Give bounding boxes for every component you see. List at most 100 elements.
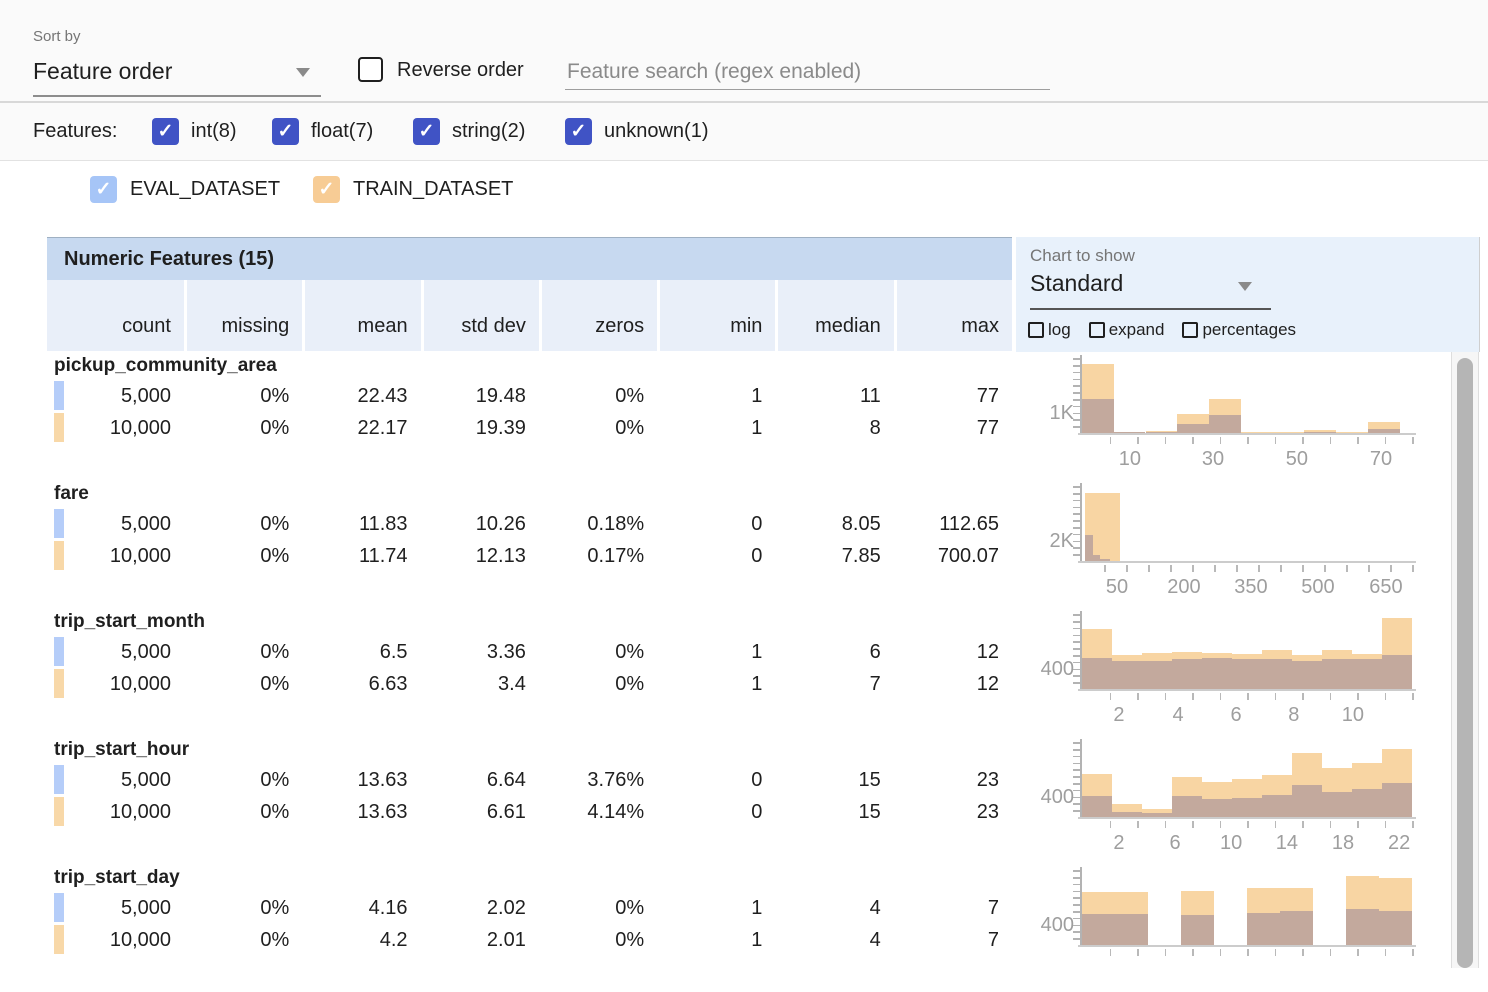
int-checkbox[interactable]: ✓ [152, 118, 179, 145]
col-count: count [47, 280, 184, 351]
unknown-checkbox[interactable]: ✓ [565, 118, 592, 145]
filter-item-unknown: ✓ unknown(1) [565, 118, 709, 145]
x-axis-tick [1192, 437, 1194, 444]
chevron-down-icon[interactable] [1238, 282, 1252, 291]
y-axis-tick [1073, 756, 1080, 758]
x-axis-tick [1137, 821, 1139, 828]
sort-dropdown-underline [33, 95, 321, 97]
stat-value: 10,000 [47, 925, 184, 955]
y-axis-tick [1073, 379, 1080, 381]
stat-value: 1 [657, 669, 775, 699]
row-values: 5,0000%6.53.360%1612 [47, 637, 1012, 667]
feature-search-input[interactable] [565, 55, 1050, 90]
eval-dataset-checkbox[interactable]: ✓ [90, 176, 117, 203]
stat-value: 6.64 [421, 765, 539, 795]
overlap-bar [1346, 909, 1379, 945]
histogram-plot [1082, 742, 1412, 817]
x-axis-tick [1302, 949, 1304, 956]
x-axis-tick [1330, 949, 1332, 956]
y-axis-tick [1073, 486, 1080, 488]
table-row: 5,0000%13.636.643.76%01523 [47, 765, 1012, 795]
overlap-bar [1368, 429, 1400, 434]
check-icon: ✓ [278, 120, 294, 143]
y-axis-tick [1073, 426, 1080, 428]
stat-value: 10,000 [47, 797, 184, 827]
stat-value: 13.63 [302, 765, 420, 795]
x-axis-tick [1330, 437, 1332, 444]
y-axis-tick [1073, 870, 1080, 872]
overlap-bar [1181, 915, 1214, 945]
overlap-bar [1177, 424, 1209, 433]
x-axis-tick [1385, 949, 1387, 956]
x-axis-tick-label: 6 [1145, 832, 1205, 855]
stat-value: 7 [894, 893, 1012, 923]
overlap-bar [1082, 796, 1112, 817]
chart-panel: Chart to show Standard log expand percen… [1016, 237, 1480, 352]
vertical-scrollbar-thumb[interactable] [1457, 358, 1473, 968]
overlap-bar [1082, 914, 1115, 946]
chart-to-show-label: Chart to show [1030, 246, 1135, 266]
feature-group: pickup_community_area5,0000%22.4319.480%… [47, 352, 1012, 480]
check-icon: ✓ [96, 178, 112, 201]
x-axis-tick-label: 10 [1100, 448, 1160, 471]
filter-item-float: ✓ float(7) [272, 118, 373, 145]
string-checkbox[interactable]: ✓ [413, 118, 440, 145]
int-label: int(8) [191, 120, 237, 143]
stat-value: 22.17 [302, 413, 420, 443]
y-axis-tick [1073, 520, 1080, 522]
x-axis-tick-label: 50 [1267, 448, 1327, 471]
chart-type-dropdown[interactable]: Standard [1030, 270, 1123, 297]
y-axis-tick-label: 400 [1030, 658, 1074, 681]
y-axis-tick [1073, 641, 1080, 643]
row-values: 10,0000%22.1719.390%1877 [47, 413, 1012, 443]
overlap-bar [1232, 798, 1262, 818]
stat-value: 13.63 [302, 797, 420, 827]
y-axis-tick-label: 2K [1030, 530, 1074, 553]
overlap-bar [1112, 661, 1142, 690]
y-axis-tick [1073, 884, 1080, 886]
sort-order-dropdown[interactable]: Feature order [33, 58, 172, 85]
y-axis-tick-label: 400 [1030, 914, 1074, 937]
reverse-order-checkbox[interactable] [358, 57, 383, 82]
y-axis-tick [1073, 662, 1080, 664]
stat-value: 23 [894, 765, 1012, 795]
x-axis-tick [1165, 693, 1167, 700]
overlap-bar [1232, 659, 1262, 689]
dataset-toggle-bar: ✓ EVAL_DATASET ✓ TRAIN_DATASET [0, 161, 1488, 236]
x-axis-line [1078, 433, 1416, 435]
y-axis-tick [1073, 635, 1080, 637]
stat-value: 700.07 [894, 541, 1012, 571]
stat-value: 6.5 [302, 637, 420, 667]
overlap-bar [1142, 813, 1172, 817]
stat-value: 0% [539, 637, 657, 667]
stats-column-header: count missing mean std dev zeros min med… [47, 280, 1012, 351]
chevron-down-icon[interactable] [296, 68, 310, 77]
histogram-trip-start-hour: 4002610141822 [1030, 742, 1420, 854]
overlap-bar [1352, 789, 1382, 817]
overlap-bar [1280, 911, 1313, 946]
histogram-pickup-community-area: 1K10305070 [1030, 358, 1420, 470]
unknown-label: unknown(1) [604, 120, 709, 143]
percentages-checkbox[interactable] [1182, 322, 1198, 338]
y-axis-tick [1073, 891, 1080, 893]
histogram-plot [1082, 870, 1412, 945]
x-axis-tick-label: 22 [1369, 832, 1429, 855]
x-axis-tick-label: 350 [1221, 576, 1281, 599]
stat-value: 0% [184, 669, 302, 699]
col-median: median [775, 280, 893, 351]
x-axis-tick [1412, 949, 1414, 956]
overlap-bar [1304, 432, 1336, 433]
feature-type-filterbar: Features: ✓ int(8) ✓ float(7) ✓ string(2… [0, 103, 1488, 161]
stat-value: 7.85 [775, 541, 893, 571]
x-axis-tick [1302, 437, 1304, 444]
float-checkbox[interactable]: ✓ [272, 118, 299, 145]
y-axis-tick [1073, 810, 1080, 812]
y-axis-tick [1073, 554, 1080, 556]
table-row: 10,0000%6.633.40%1712 [47, 669, 1012, 699]
y-axis-tick [1073, 783, 1080, 785]
train-dataset-checkbox[interactable]: ✓ [313, 176, 340, 203]
log-option: log [1028, 320, 1071, 340]
expand-checkbox[interactable] [1089, 322, 1105, 338]
log-checkbox[interactable] [1028, 322, 1044, 338]
feature-name: fare [54, 483, 89, 505]
